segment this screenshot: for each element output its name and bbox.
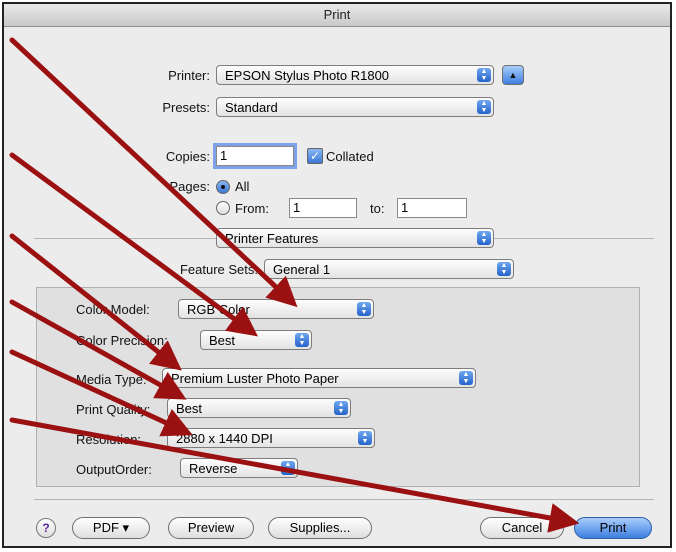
arrow-print-button	[9, 417, 580, 533]
arrow-color-model	[9, 37, 298, 308]
arrow-resolution	[9, 349, 193, 437]
arrow-color-precision	[9, 152, 259, 337]
annotation-arrows	[9, 37, 580, 533]
